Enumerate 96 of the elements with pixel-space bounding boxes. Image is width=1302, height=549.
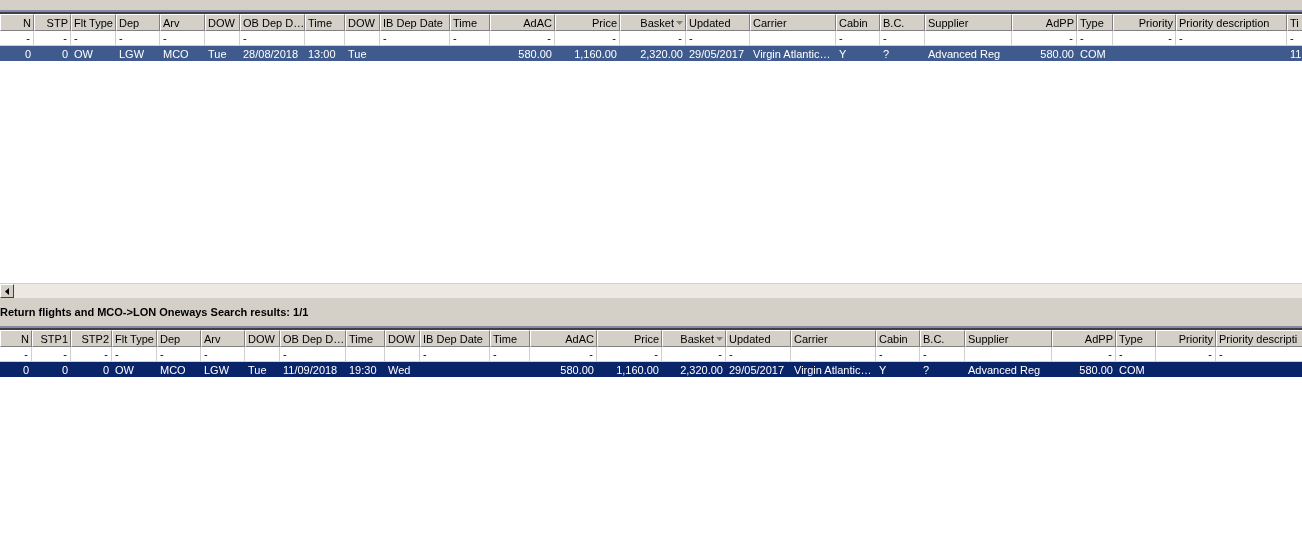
column-header[interactable]: Dep bbox=[116, 14, 160, 31]
table-cell-text: Advanced Reg bbox=[967, 362, 1042, 377]
column-header[interactable]: Type bbox=[1116, 330, 1156, 347]
column-header[interactable]: Time bbox=[490, 330, 530, 347]
table-cell-text: Y bbox=[878, 362, 888, 377]
table-row[interactable]: 0 0 OW LGW MCO Tue 28/08/2018 13:00 Tue 580.00 1,160.00 2,320.00 29/05/2017 Virgin Atlantic… Y ? Advanced Reg 580.00 COM 11 bbox=[0, 46, 1302, 61]
column-header[interactable]: IB Dep Date bbox=[420, 330, 490, 347]
column-header[interactable]: STP1 bbox=[32, 330, 71, 347]
column-header[interactable]: Cabin bbox=[876, 330, 920, 347]
table-cell-text: 13:00 bbox=[307, 46, 337, 61]
table-cell-text: 0 bbox=[23, 46, 32, 61]
column-header[interactable]: Cabin bbox=[836, 14, 880, 31]
column-header[interactable]: Carrier bbox=[791, 330, 876, 347]
scroll-left-button[interactable] bbox=[0, 284, 14, 298]
column-header[interactable]: Arv bbox=[160, 14, 205, 31]
column-header[interactable]: B.C. bbox=[880, 14, 925, 31]
table-cell-text: 580.00 bbox=[559, 362, 595, 377]
table-cell-text: Wed bbox=[387, 362, 412, 377]
table-cell-text: ? bbox=[882, 46, 891, 61]
column-header[interactable]: B.C. bbox=[920, 330, 965, 347]
table-cell-text: 2,320.00 bbox=[639, 46, 684, 61]
column-header[interactable]: Dep bbox=[157, 330, 201, 347]
column-header[interactable]: Updated bbox=[726, 330, 791, 347]
column-header[interactable]: Carrier bbox=[750, 14, 836, 31]
sort-arrow-icon bbox=[716, 336, 723, 341]
table-cell-text: 1,160.00 bbox=[573, 46, 618, 61]
table-cell-text: 29/05/2017 bbox=[688, 46, 746, 61]
column-header[interactable]: IB Dep Date bbox=[380, 14, 450, 31]
column-header[interactable]: Time bbox=[450, 14, 490, 31]
table-cell-text: Virgin Atlantic… bbox=[793, 362, 873, 377]
column-header[interactable]: Priority bbox=[1113, 14, 1176, 31]
column-header[interactable]: Supplier bbox=[965, 330, 1052, 347]
table-row[interactable]: 0 0 0 OW MCO LGW Tue 11/09/2018 19:30 Wed 580.00 1,160.00 2,320.00 29/05/2017 Virgin Atlantic… Y ? Advanced Reg 580.00 COM bbox=[0, 362, 1302, 377]
table-cell-text: 580.00 bbox=[517, 46, 553, 61]
table-cell-text: Virgin Atlantic… bbox=[752, 46, 832, 61]
table-cell-text: MCO bbox=[162, 46, 190, 61]
table-cell-text: COM bbox=[1079, 46, 1107, 61]
table-cell-text: 11 bbox=[1289, 46, 1302, 61]
column-header[interactable]: STP bbox=[34, 14, 71, 31]
table-cell-text: 0 bbox=[60, 362, 69, 377]
table-cell-text: OW bbox=[73, 46, 94, 61]
table-cell-text: 580.00 bbox=[1039, 46, 1075, 61]
column-header[interactable]: AdPP bbox=[1052, 330, 1116, 347]
results-title: Return flights and MCO->LON Oneways Search results: 1/1 bbox=[0, 306, 309, 318]
table-cell-text: Tue bbox=[207, 46, 228, 61]
left-arrow-icon bbox=[5, 287, 9, 295]
column-header[interactable]: AdPP bbox=[1012, 14, 1077, 31]
table-cell-text: 11/09/2018 bbox=[282, 362, 339, 377]
table-cell-text: 0 bbox=[60, 46, 69, 61]
table-cell-text: OW bbox=[114, 362, 135, 377]
table-cell-text: 2,320.00 bbox=[679, 362, 724, 377]
column-header[interactable]: STP2 bbox=[71, 330, 112, 347]
column-header[interactable]: OB Dep D… bbox=[240, 14, 305, 31]
table-cell-text: 29/05/2017 bbox=[728, 362, 786, 377]
sort-arrow-icon bbox=[676, 20, 683, 25]
column-header[interactable]: N bbox=[0, 330, 32, 347]
column-header[interactable]: Time bbox=[305, 14, 345, 31]
table-cell-text: 0 bbox=[21, 362, 30, 377]
column-header[interactable]: DOW bbox=[205, 14, 240, 31]
table-cell-text: 1,160.00 bbox=[615, 362, 660, 377]
column-header[interactable]: Time bbox=[346, 330, 385, 347]
column-header[interactable]: DOW bbox=[245, 330, 280, 347]
column-header[interactable]: AdAC bbox=[530, 330, 597, 347]
column-header[interactable]: Priority description bbox=[1176, 14, 1287, 31]
column-header[interactable]: OB Dep D… bbox=[280, 330, 346, 347]
table-cell-text: 19:30 bbox=[348, 362, 378, 377]
table-cell-text: Tue bbox=[347, 46, 368, 61]
table-cell-text: 580.00 bbox=[1078, 362, 1114, 377]
column-header[interactable]: Ti bbox=[1287, 14, 1302, 31]
table-cell-text: COM bbox=[1118, 362, 1146, 377]
table-cell-text: 0 bbox=[101, 362, 110, 377]
table-cell-text: Y bbox=[838, 46, 848, 61]
column-header[interactable]: Updated bbox=[686, 14, 750, 31]
column-header[interactable]: AdAC bbox=[490, 14, 555, 31]
table-cell-text: MCO bbox=[159, 362, 187, 377]
column-header[interactable]: DOW bbox=[385, 330, 420, 347]
column-header[interactable]: Priority descripti bbox=[1216, 330, 1302, 347]
column-header[interactable]: Arv bbox=[201, 330, 245, 347]
column-header[interactable]: Priority bbox=[1156, 330, 1216, 347]
column-header[interactable]: Basket bbox=[620, 14, 686, 31]
table-cell-text: ? bbox=[922, 362, 931, 377]
column-header[interactable]: Supplier bbox=[925, 14, 1012, 31]
horizontal-scrollbar[interactable] bbox=[0, 283, 1302, 298]
column-header[interactable]: Flt Type bbox=[112, 330, 157, 347]
column-header[interactable]: Price bbox=[555, 14, 620, 31]
column-header[interactable]: Type bbox=[1077, 14, 1113, 31]
table-cell-text: LGW bbox=[203, 362, 231, 377]
table-cell-text: LGW bbox=[118, 46, 146, 61]
column-header[interactable]: Basket bbox=[662, 330, 726, 347]
column-header[interactable]: Flt Type bbox=[71, 14, 116, 31]
column-header[interactable]: DOW bbox=[345, 14, 380, 31]
table-cell-text: Advanced Reg bbox=[927, 46, 1002, 61]
column-header[interactable]: N bbox=[0, 14, 34, 31]
column-header[interactable]: Price bbox=[597, 330, 662, 347]
table-cell-text: Tue bbox=[247, 362, 268, 377]
table-cell-text: 28/08/2018 bbox=[242, 46, 300, 61]
